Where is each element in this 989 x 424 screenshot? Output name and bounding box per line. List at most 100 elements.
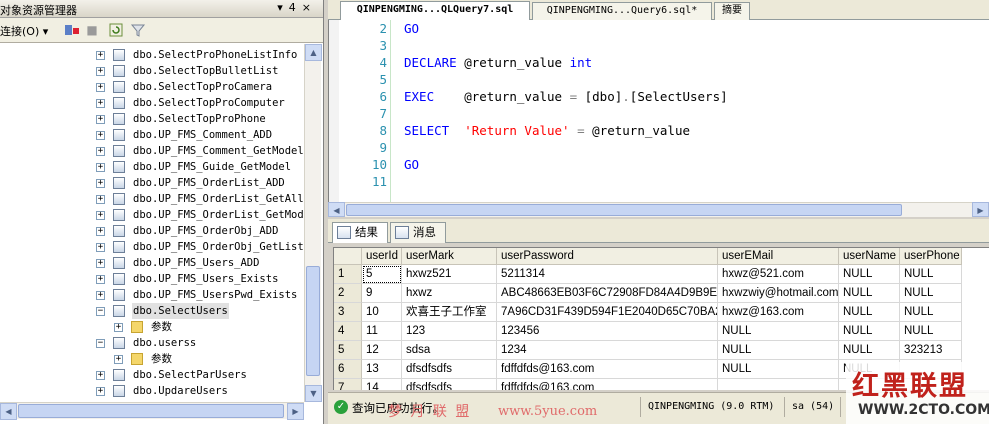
tab-sqlquery7[interactable]: QINPENGMING...QLQuery7.sql xyxy=(340,1,530,21)
expand-icon[interactable]: + xyxy=(96,227,105,236)
grid-cell[interactable]: 7A96CD31F439D594F1E2040D65C70BA2 xyxy=(497,303,718,322)
expand-icon[interactable]: + xyxy=(96,371,105,380)
grid-cell[interactable]: NULL xyxy=(839,265,900,284)
tree-vertical-scrollbar[interactable]: ▲ ▼ xyxy=(304,44,322,402)
editor-horizontal-scrollbar[interactable]: ◀ ▶ xyxy=(328,202,989,217)
grid-cell[interactable]: 5 xyxy=(362,265,402,284)
code-line[interactable]: 8 SELECT 'Return Value' = @return_value xyxy=(329,122,969,139)
expand-icon[interactable]: + xyxy=(96,131,105,140)
grid-cell[interactable]: 13 xyxy=(362,360,402,379)
collapse-icon[interactable]: − xyxy=(96,339,105,348)
scroll-left-button[interactable]: ◀ xyxy=(0,403,17,420)
stop-icon[interactable]: ■ xyxy=(84,22,100,38)
grid-cell[interactable]: hxwz@521.com xyxy=(718,265,839,284)
grid-cell[interactable]: NULL xyxy=(900,265,962,284)
row-header[interactable]: 3 xyxy=(334,303,362,322)
column-header[interactable]: userId xyxy=(362,248,402,265)
expand-icon[interactable]: + xyxy=(96,51,105,60)
scroll-thumb[interactable] xyxy=(18,404,284,418)
expand-icon[interactable]: + xyxy=(96,83,105,92)
grid-cell[interactable]: NULL xyxy=(718,341,839,360)
grid-cell[interactable]: NULL xyxy=(900,322,962,341)
row-header[interactable]: 4 xyxy=(334,322,362,341)
grid-cell[interactable]: fdffdfds@163.com xyxy=(497,360,718,379)
code-line[interactable]: 5 xyxy=(329,71,969,88)
disconnect-icon[interactable] xyxy=(64,22,80,38)
grid-cell[interactable]: 欢喜王子工作室 xyxy=(402,303,497,322)
grid-cell[interactable]: dfsdfsdfs xyxy=(402,360,497,379)
expand-icon[interactable]: + xyxy=(114,323,123,332)
row-header[interactable]: 7 xyxy=(334,379,362,390)
scroll-left-button[interactable]: ◀ xyxy=(328,202,345,217)
grid-cell[interactable]: NULL xyxy=(900,303,962,322)
code-line[interactable]: 11 xyxy=(329,173,969,190)
refresh-icon[interactable] xyxy=(108,22,124,38)
collapse-icon[interactable]: − xyxy=(96,307,105,316)
grid-cell[interactable]: 11 xyxy=(362,322,402,341)
close-panel-button[interactable]: × xyxy=(302,1,317,14)
expand-icon[interactable]: + xyxy=(96,163,105,172)
column-header[interactable]: userPhone xyxy=(900,248,962,265)
scroll-right-button[interactable]: ▶ xyxy=(287,403,304,420)
tab-summary[interactable]: 摘要 xyxy=(714,2,750,20)
expand-icon[interactable]: + xyxy=(96,243,105,252)
expand-icon[interactable]: + xyxy=(96,67,105,76)
expand-icon[interactable]: + xyxy=(96,259,105,268)
grid-cell[interactable]: NULL xyxy=(718,360,839,379)
expand-icon[interactable]: + xyxy=(96,99,105,108)
column-header[interactable]: userPassword xyxy=(497,248,718,265)
grid-cell[interactable]: 323213 xyxy=(900,341,962,360)
column-header[interactable]: userEMail xyxy=(718,248,839,265)
row-header[interactable]: 1 xyxy=(334,265,362,284)
expand-icon[interactable]: + xyxy=(96,275,105,284)
column-header[interactable]: userMark xyxy=(402,248,497,265)
grid-cell[interactable]: hxwz521 xyxy=(402,265,497,284)
grid-cell[interactable]: 123456 xyxy=(497,322,718,341)
grid-cell[interactable]: hxwz xyxy=(402,284,497,303)
panel-window-buttons[interactable]: ▾4× xyxy=(277,1,317,14)
tab-sqlquery6[interactable]: QINPENGMING...Query6.sql* xyxy=(532,2,712,20)
scroll-right-button[interactable]: ▶ xyxy=(972,202,989,217)
code-line[interactable]: 3 xyxy=(329,37,969,54)
expand-icon[interactable]: + xyxy=(96,195,105,204)
scroll-down-button[interactable]: ▼ xyxy=(305,385,322,402)
code-line[interactable]: 7 xyxy=(329,105,969,122)
expand-icon[interactable]: + xyxy=(96,211,105,220)
grid-cell[interactable]: hxwz@163.com xyxy=(718,303,839,322)
auto-hide-pin-button[interactable]: 4 xyxy=(289,1,302,14)
row-header[interactable]: 2 xyxy=(334,284,362,303)
grid-cell[interactable] xyxy=(718,379,839,390)
grid-cell[interactable]: 10 xyxy=(362,303,402,322)
expand-icon[interactable]: + xyxy=(96,179,105,188)
expand-icon[interactable]: + xyxy=(96,115,105,124)
tab-messages[interactable]: 消息 xyxy=(390,222,446,243)
column-header[interactable]: userName xyxy=(839,248,900,265)
code-line[interactable]: 9 xyxy=(329,139,969,156)
scroll-thumb[interactable] xyxy=(346,204,902,216)
sql-code-editor[interactable]: 2 GO 3 4 DECLARE @return_value int 5 6 EXEC @re… xyxy=(328,20,989,202)
expand-icon[interactable]: + xyxy=(96,147,105,156)
grid-cell[interactable]: dfsdfsdfs xyxy=(402,379,497,390)
expand-icon[interactable]: + xyxy=(96,291,105,300)
grid-cell[interactable]: 9 xyxy=(362,284,402,303)
row-header[interactable]: 6 xyxy=(334,360,362,379)
grid-cell[interactable]: 1234 xyxy=(497,341,718,360)
tree-horizontal-scrollbar[interactable]: ◀ ▶ xyxy=(0,402,304,420)
grid-cell[interactable]: 12 xyxy=(362,341,402,360)
connect-dropdown[interactable]: 连接(O) ▾ xyxy=(0,23,48,39)
filter-icon[interactable] xyxy=(130,22,146,38)
row-header[interactable]: 5 xyxy=(334,341,362,360)
grid-cell[interactable]: 123 xyxy=(402,322,497,341)
grid-cell[interactable]: 14 xyxy=(362,379,402,390)
grid-cell[interactable]: hxwzwiy@hotmail.com xyxy=(718,284,839,303)
grid-cell[interactable]: NULL xyxy=(839,284,900,303)
grid-cell[interactable]: sdsa xyxy=(402,341,497,360)
grid-cell[interactable]: NULL xyxy=(839,341,900,360)
scroll-up-button[interactable]: ▲ xyxy=(305,44,322,61)
expand-icon[interactable]: + xyxy=(114,355,123,364)
expand-icon[interactable]: + xyxy=(96,387,105,396)
tab-results[interactable]: 结果 xyxy=(332,222,388,243)
grid-cell[interactable]: NULL xyxy=(839,303,900,322)
panel-menu-button[interactable]: ▾ xyxy=(277,1,289,14)
code-line[interactable]: 2 GO xyxy=(329,20,969,37)
